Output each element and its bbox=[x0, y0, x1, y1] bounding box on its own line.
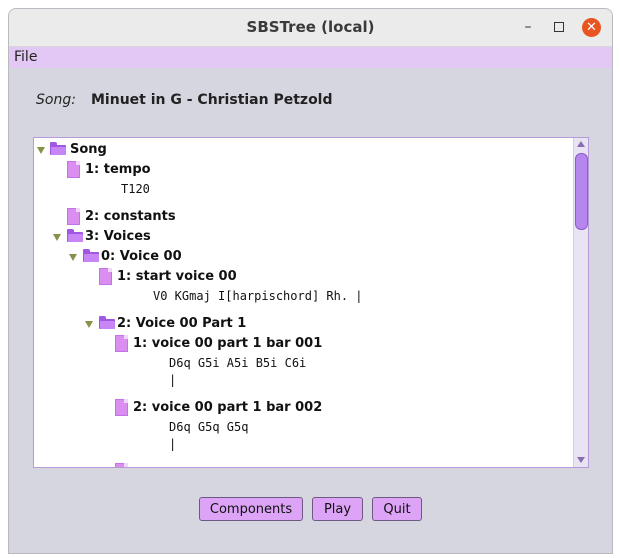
document-icon bbox=[67, 208, 80, 225]
vertical-scrollbar[interactable] bbox=[573, 138, 588, 467]
menu-bar: File bbox=[9, 47, 612, 68]
document-icon bbox=[115, 463, 128, 467]
expand-toggle-icon[interactable] bbox=[69, 254, 77, 261]
node-content: D6q G5i A5i B5i C6i bbox=[169, 356, 307, 370]
document-icon bbox=[99, 268, 112, 285]
scroll-thumb[interactable] bbox=[575, 153, 588, 230]
node-content-bar: | bbox=[169, 437, 177, 451]
folder-icon bbox=[83, 249, 99, 262]
song-title: Minuet in G - Christian Petzold bbox=[91, 92, 333, 108]
document-icon bbox=[115, 335, 128, 352]
folder-icon bbox=[99, 316, 115, 329]
expand-toggle-icon[interactable] bbox=[85, 321, 93, 328]
tree-node-label: 1: voice 00 part 1 bar 001 bbox=[133, 336, 323, 351]
tree-node-label: 1: tempo bbox=[85, 162, 151, 177]
song-label: Song: bbox=[36, 92, 76, 108]
tree-node-label: 3: Voices bbox=[85, 229, 151, 244]
folder-icon bbox=[50, 142, 66, 155]
folder-icon bbox=[67, 229, 83, 242]
node-content: V0 KGmaj I[harpischord] Rh. | bbox=[153, 289, 363, 303]
song-tree[interactable]: Song 1: tempo T120 2: constants 3: Voice… bbox=[33, 137, 589, 468]
tree-node-label: 0: Voice 00 bbox=[101, 249, 182, 264]
tree-node-label: Song bbox=[70, 142, 107, 157]
title-bar[interactable]: SBSTree (local) – ✕ bbox=[9, 9, 612, 47]
quit-button[interactable]: Quit bbox=[372, 497, 422, 521]
close-button[interactable]: ✕ bbox=[582, 18, 601, 37]
node-content: D6q G5q G5q bbox=[169, 420, 249, 434]
tree-node-label: 1: start voice 00 bbox=[117, 269, 237, 284]
maximize-icon bbox=[554, 22, 564, 32]
scroll-down-icon[interactable] bbox=[577, 457, 585, 463]
menu-file[interactable]: File bbox=[14, 49, 37, 65]
app-window: SBSTree (local) – ✕ File Song: Minuet in… bbox=[8, 8, 613, 554]
tree-node-label: 2: constants bbox=[85, 209, 176, 224]
tree-node-label: 2: Voice 00 Part 1 bbox=[117, 316, 247, 331]
document-icon bbox=[67, 161, 80, 178]
play-button[interactable]: Play bbox=[312, 497, 363, 521]
expand-toggle-icon[interactable] bbox=[37, 147, 45, 154]
expand-toggle-icon[interactable] bbox=[53, 234, 61, 241]
maximize-button[interactable] bbox=[549, 17, 569, 37]
node-content: T120 bbox=[121, 182, 150, 196]
scroll-up-icon[interactable] bbox=[577, 141, 585, 147]
node-content-bar: | bbox=[169, 373, 177, 387]
tree-node-label: 2: voice 00 part 1 bar 002 bbox=[133, 400, 323, 415]
minimize-button[interactable]: – bbox=[518, 17, 538, 37]
components-button[interactable]: Components bbox=[199, 497, 303, 521]
document-icon bbox=[115, 399, 128, 416]
